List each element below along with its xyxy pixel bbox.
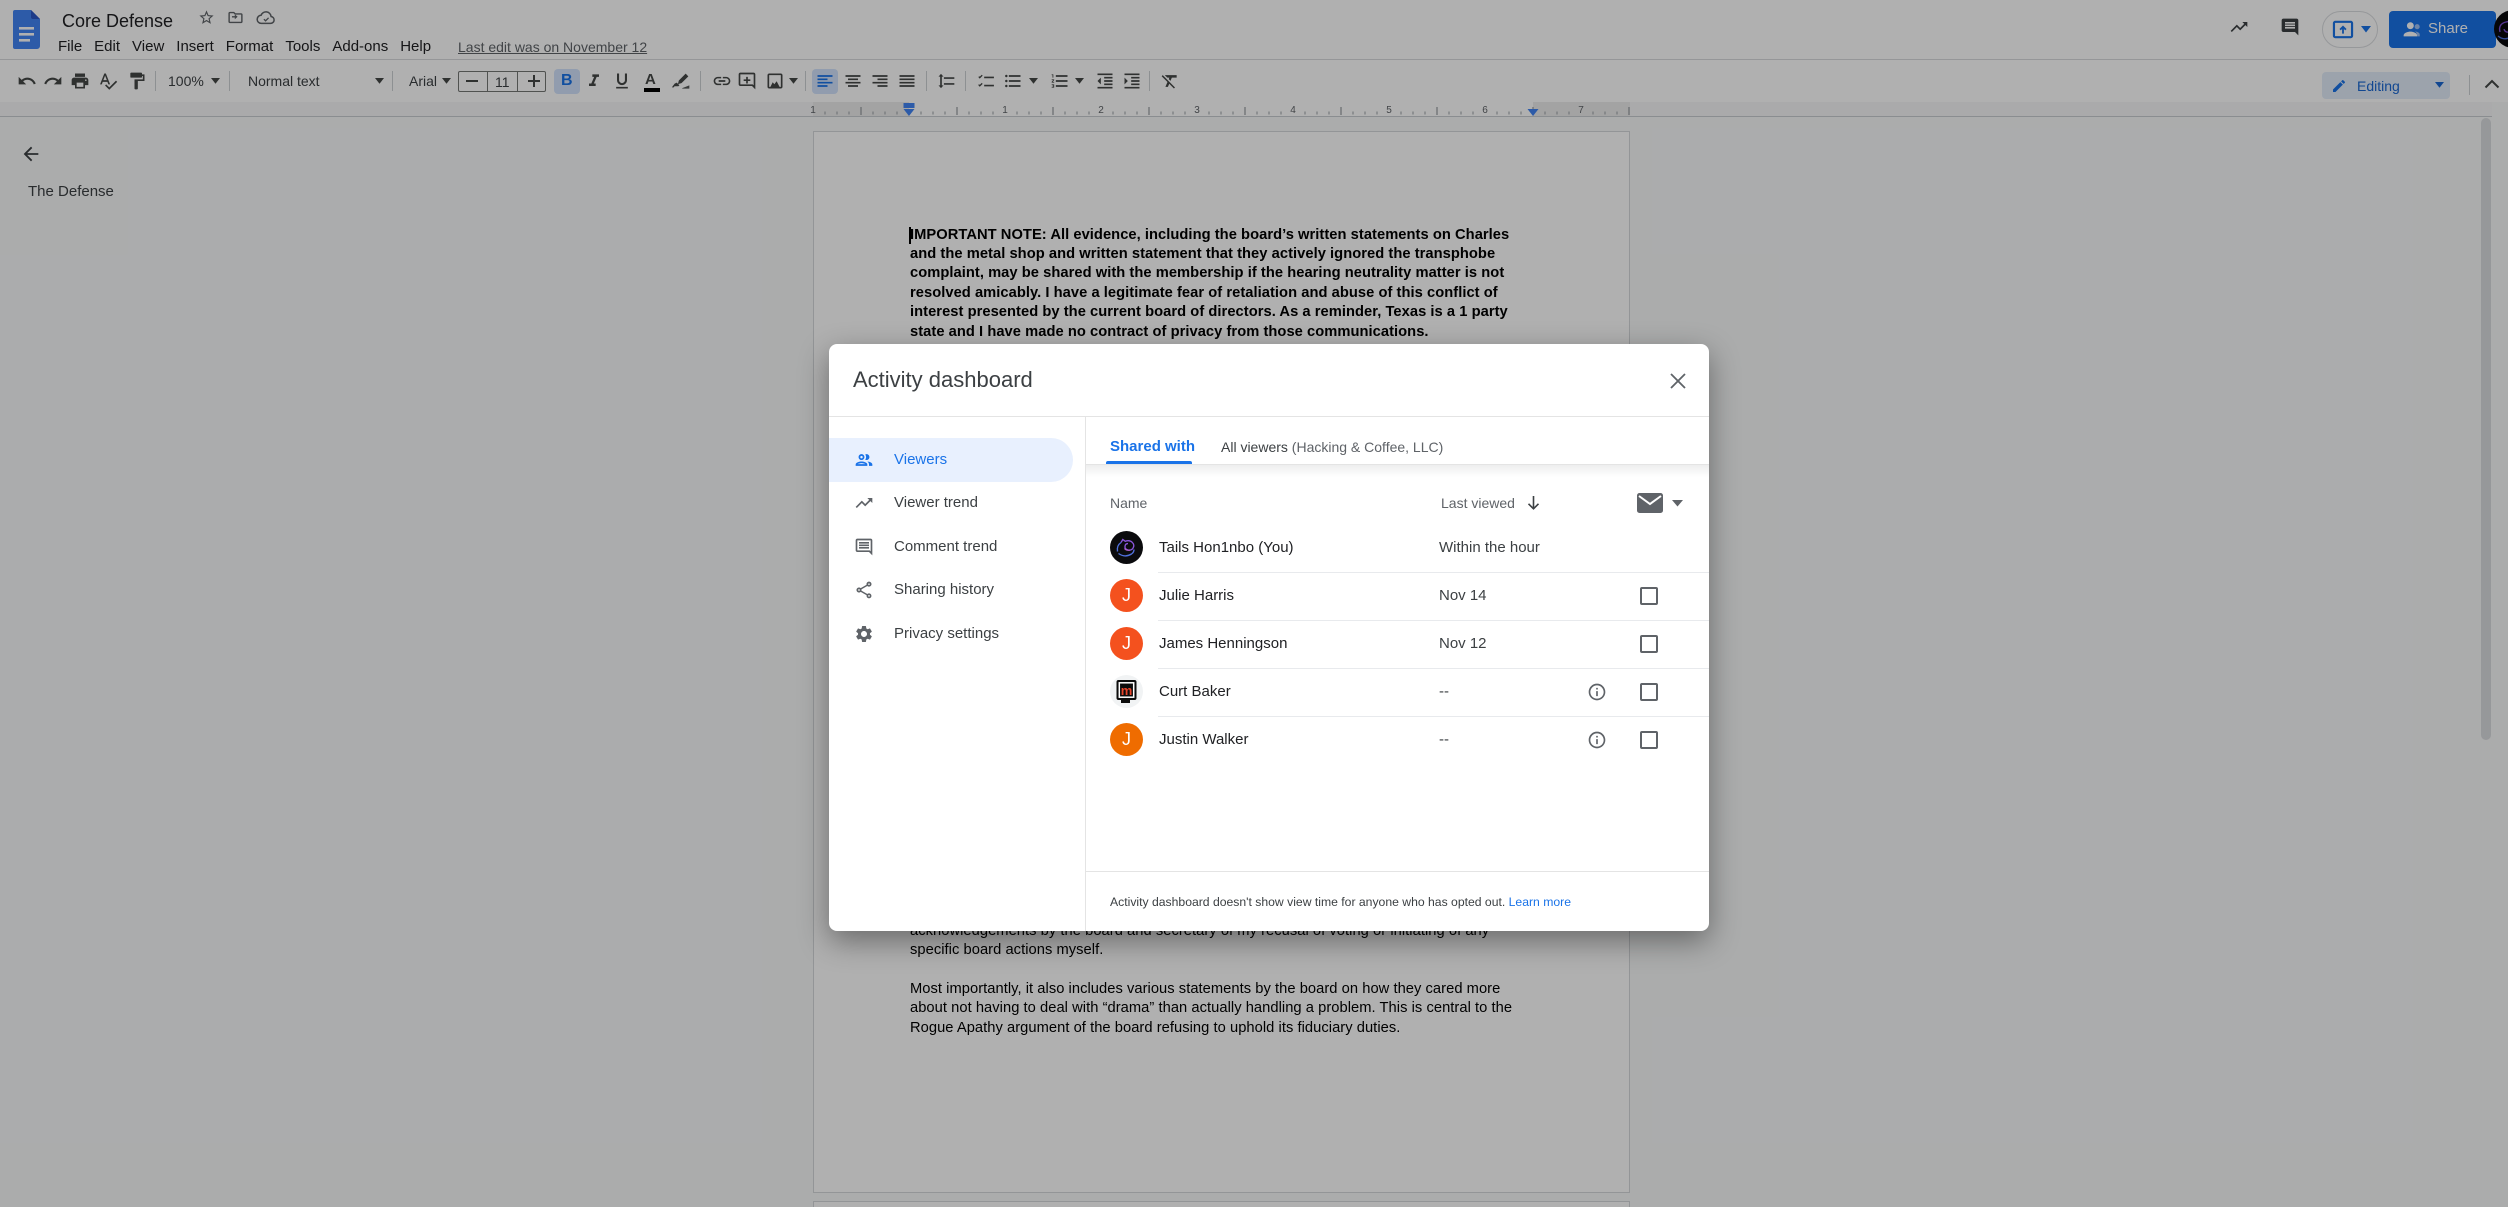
svg-text:m: m xyxy=(1121,683,1133,698)
